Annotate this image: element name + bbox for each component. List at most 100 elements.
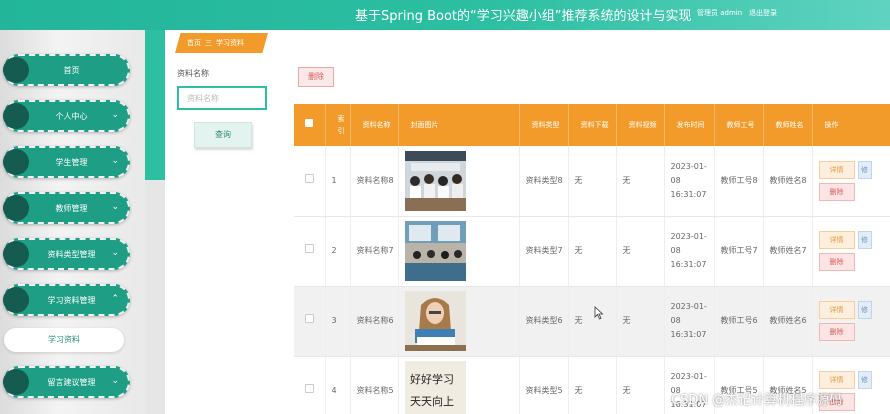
sidebar-item-material-type-management[interactable]: 资料类型管理 ⌄	[3, 238, 130, 270]
row-material-type: 资料类型5	[519, 356, 569, 414]
search-label: 资料名称	[177, 69, 209, 78]
row-material-type: 资料类型6	[519, 286, 569, 357]
edit-button[interactable]: 修	[857, 231, 872, 249]
calligraphy-text-line1: 好好学习	[410, 372, 454, 386]
row-material-type: 资料类型8	[519, 146, 569, 217]
row-cover-cell	[398, 216, 520, 287]
row-material-name: 资料名称5	[350, 356, 399, 414]
sidebar-item-label: 留言建议管理	[47, 378, 96, 387]
chevron-down-icon: ⌄	[111, 202, 119, 212]
delete-button[interactable]: 删除	[818, 253, 855, 271]
column-header: 资料名称	[350, 104, 399, 146]
sidebar-subitem-study-material[interactable]: 学习资料	[4, 328, 124, 352]
table-header-row: 索引 资料名称 封面图片 资料类型 资料下载 资料视频 发布时间 教师工号 教师…	[294, 104, 890, 146]
row-publish-time: 2023-01-08 16:31:07	[664, 146, 715, 217]
row-material-name: 资料名称7	[350, 216, 399, 287]
column-header: 操作	[812, 104, 890, 146]
breadcrumb-current: 学习资料	[216, 39, 244, 47]
lecture-hall-cover-image	[404, 221, 466, 281]
checkbox-icon	[305, 119, 314, 127]
row-select-cell[interactable]	[294, 286, 326, 357]
row-index: 4	[325, 356, 351, 414]
row-material-name: 资料名称6	[350, 286, 399, 357]
delete-button[interactable]: 删除	[818, 182, 855, 201]
detail-button[interactable]: 详情	[818, 160, 855, 179]
row-teacher-name: 教师姓名6	[763, 286, 813, 357]
column-header: 发布时间	[664, 104, 715, 146]
sidebar-item-label: 首页	[63, 66, 80, 75]
row-video: 无	[616, 146, 665, 217]
home-icon	[3, 57, 29, 83]
breadcrumb-home[interactable]: 首页	[187, 39, 201, 47]
detail-button[interactable]: 详情	[818, 231, 855, 249]
sidebar-item-home[interactable]: 首页	[3, 54, 130, 86]
checkbox-icon	[304, 384, 314, 393]
table-row: 2 资料名称7 资料类型7 无 无 2023-01-08 16:31:07 教师…	[294, 216, 890, 287]
sidebar-item-label: 学习资料管理	[47, 296, 96, 305]
student-icon	[3, 149, 29, 175]
query-button[interactable]: 查询	[194, 122, 252, 148]
sidebar-item-label: 教师管理	[55, 204, 88, 213]
row-teacher-number: 教师工号8	[714, 146, 764, 217]
current-user-label: 管理员 admin	[697, 9, 743, 17]
row-actions: 详情修 删除	[812, 216, 890, 287]
column-header: 教师姓名	[763, 104, 813, 146]
user-icon	[3, 103, 29, 129]
row-teacher-number: 教师工号6	[714, 286, 764, 357]
row-download: 无	[568, 146, 617, 217]
sidebar: 首页 个人中心 ⌄ 学生管理 ⌄ 教师管理 ⌄ 资料类型管理 ⌄ 学习资料管理 …	[0, 30, 145, 414]
sidebar-item-study-material-management[interactable]: 学习资料管理 ⌃	[3, 284, 130, 316]
row-select-cell[interactable]	[294, 146, 326, 217]
row-teacher-number: 教师工号7	[714, 216, 764, 287]
mouse-cursor-icon	[594, 306, 604, 320]
row-actions: 详情修 删除	[812, 146, 890, 217]
row-select-cell[interactable]	[294, 356, 326, 414]
edit-button[interactable]: 修	[857, 160, 872, 179]
row-select-cell[interactable]	[294, 216, 326, 287]
delete-button[interactable]: 删除	[818, 323, 855, 341]
row-index: 1	[325, 146, 351, 217]
table-row: 3 资料名称6 资料类型6 无 无 2023-01-08 16:31:07 教师…	[294, 286, 890, 357]
select-all-checkbox[interactable]	[294, 104, 326, 146]
checkbox-icon	[304, 173, 314, 183]
logout-link[interactable]: 退出登录	[749, 8, 777, 18]
sidebar-item-label: 资料类型管理	[47, 250, 96, 259]
sidebar-item-student-management[interactable]: 学生管理 ⌄	[3, 146, 130, 178]
sidebar-item-message-management[interactable]: 留言建议管理 ⌄	[3, 366, 130, 398]
row-video: 无	[616, 216, 665, 287]
row-cover-cell: 好好学习 天天向上	[398, 356, 520, 414]
row-video: 无	[616, 356, 665, 414]
row-material-name: 资料名称8	[350, 146, 399, 217]
sidebar-item-teacher-management[interactable]: 教师管理 ⌄	[3, 192, 130, 224]
classroom-cover-image	[404, 150, 466, 211]
checkbox-icon	[304, 314, 314, 323]
detail-button[interactable]: 详情	[818, 301, 855, 319]
row-teacher-name: 教师姓名7	[763, 216, 813, 287]
breadcrumb-separator: 三	[205, 39, 212, 47]
column-header: 索引	[325, 104, 351, 146]
search-input[interactable]	[177, 86, 267, 110]
edit-button[interactable]: 修	[857, 301, 872, 319]
app-title: 基于Spring Boot的“学习兴趣小组”推荐系统的设计与实现	[355, 9, 692, 24]
chevron-down-icon: ⌄	[111, 376, 119, 386]
column-header: 教师工号	[714, 104, 764, 146]
chevron-down-icon: ⌄	[111, 248, 119, 258]
row-download: 无	[568, 216, 617, 287]
sidebar-item-label: 个人中心	[55, 112, 88, 121]
column-header: 资料类型	[519, 104, 569, 146]
checkbox-icon	[304, 244, 314, 253]
edit-button[interactable]: 修	[857, 371, 872, 389]
row-publish-time: 2023-01-08 16:31:07	[664, 216, 715, 287]
chevron-up-icon: ⌃	[111, 294, 119, 304]
row-cover-cell	[398, 146, 520, 217]
chevron-down-icon: ⌄	[111, 156, 119, 166]
row-material-type: 资料类型7	[519, 216, 569, 287]
top-header-bar: 基于Spring Boot的“学习兴趣小组”推荐系统的设计与实现 管理员 adm…	[0, 0, 890, 30]
detail-button[interactable]: 详情	[818, 371, 855, 389]
row-download: 无	[568, 356, 617, 414]
batch-delete-button[interactable]: 删除	[298, 67, 334, 87]
sidebar-item-personal-center[interactable]: 个人中心 ⌄	[3, 100, 130, 132]
row-index: 3	[325, 286, 351, 357]
column-header: 封面图片	[398, 104, 520, 146]
column-header: 资料视频	[616, 104, 665, 146]
